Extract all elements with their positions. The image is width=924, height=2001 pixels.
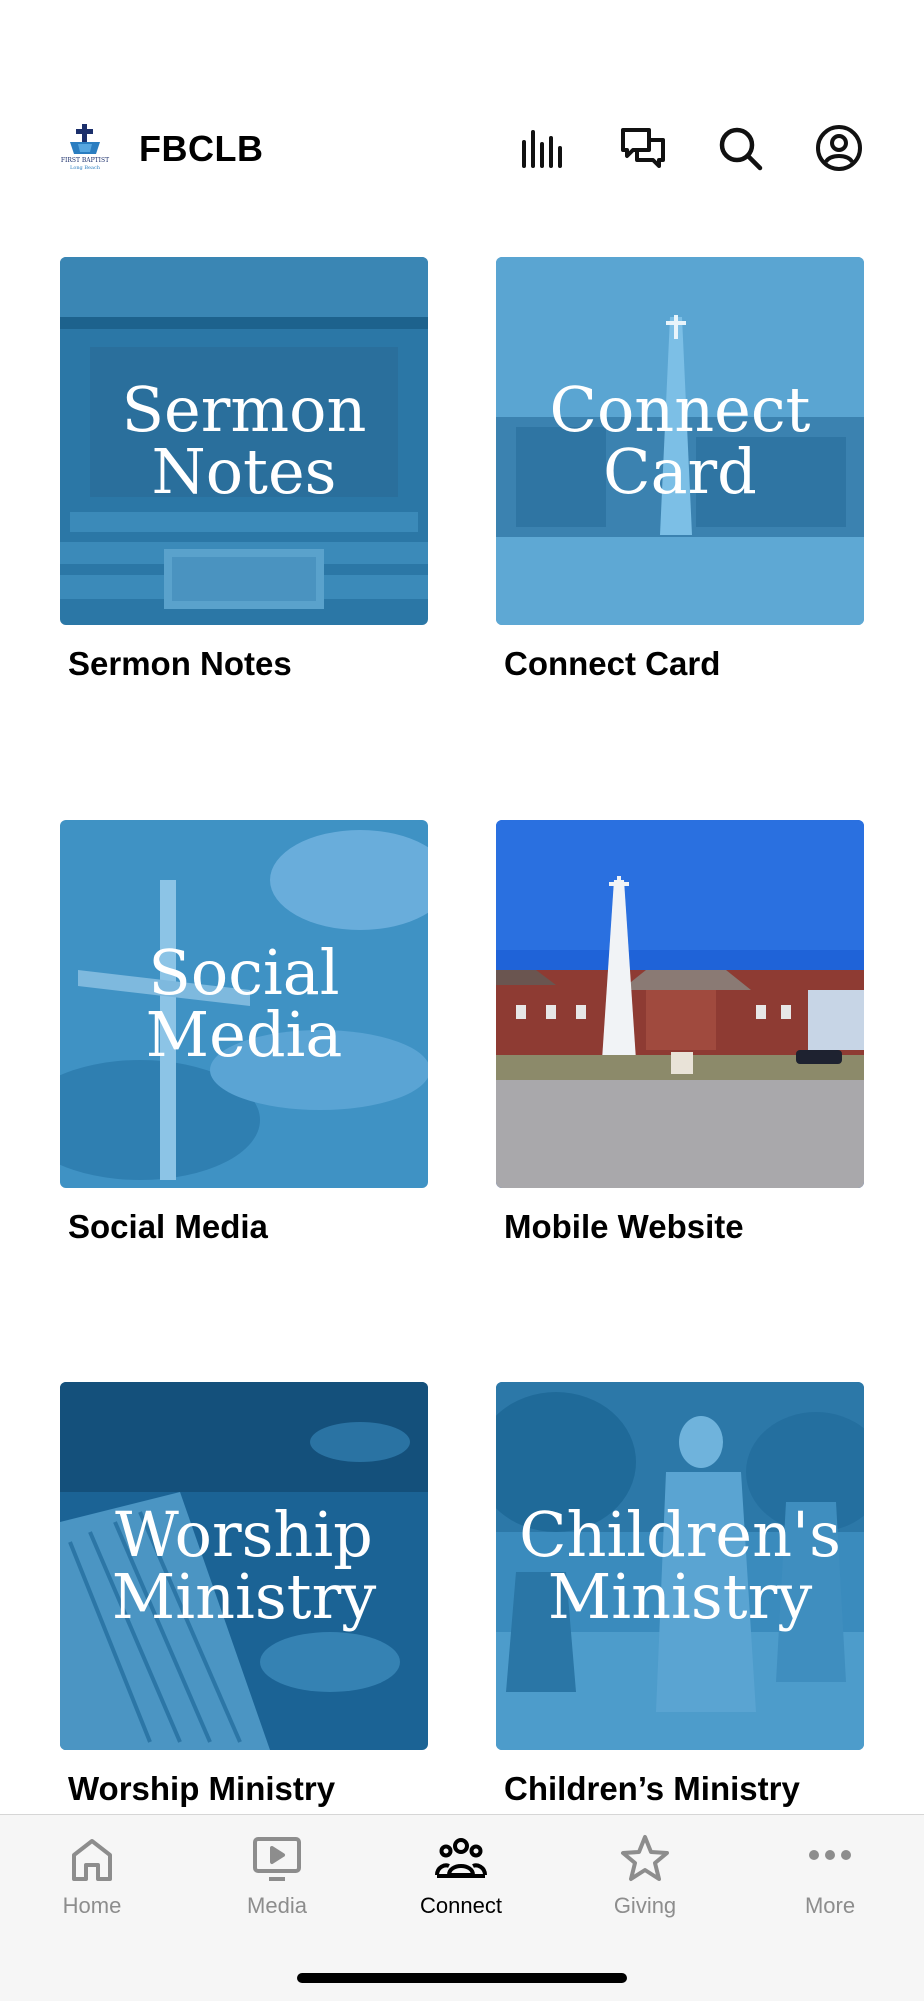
- tile-label: Mobile Website: [504, 1208, 744, 1245]
- tile-worship-ministry[interactable]: Worship Ministry Worship Ministry: [60, 1382, 428, 1807]
- church-exterior-image: Connect Card: [496, 257, 864, 625]
- tile-label: Sermon Notes: [68, 645, 292, 682]
- tile-childrens-ministry[interactable]: Children's Ministry Children’s Ministry: [496, 1382, 864, 1807]
- home-indicator[interactable]: [297, 1973, 627, 1983]
- more-dots-icon: [809, 1850, 851, 1860]
- svg-text:FIRST BAPTIST: FIRST BAPTIST: [61, 157, 109, 164]
- tile-mobile-website[interactable]: Mobile Website: [496, 820, 864, 1245]
- tab-label: More: [804, 1893, 856, 1918]
- tile-overlay-title: Social Media: [145, 936, 343, 1071]
- children-outdoor-image: Children's Ministry: [496, 1382, 864, 1750]
- tile-connect-card[interactable]: Connect Card Connect Card: [496, 257, 864, 682]
- app-title: FBCLB: [139, 128, 264, 169]
- tile-overlay-title: Children's Ministry: [519, 1498, 841, 1633]
- tile-label: Social Media: [68, 1208, 268, 1245]
- svg-text:Long Beach: Long Beach: [70, 165, 101, 171]
- chat-bubbles-icon[interactable]: [617, 122, 669, 174]
- home-icon: [72, 1839, 112, 1881]
- tile-label: Worship Ministry: [68, 1770, 336, 1807]
- search-icon[interactable]: [714, 122, 766, 174]
- church-campus-photo: [496, 820, 864, 1188]
- tile-overlay-title: Connect Card: [549, 373, 811, 508]
- tab-label: Connect: [420, 1893, 502, 1918]
- app-header: FIRST BAPTIST Long Beach FBCLB: [0, 110, 924, 190]
- star-icon: [621, 1835, 669, 1881]
- tile-overlay-title: Worship Ministry: [111, 1498, 377, 1633]
- tab-home[interactable]: Home: [17, 1833, 167, 1933]
- tab-more[interactable]: More: [755, 1833, 905, 1933]
- tab-connect[interactable]: Connect: [386, 1833, 536, 1933]
- sanctuary-interior-image: Sermon Notes: [60, 257, 428, 625]
- cross-sky-image: Social Media: [60, 820, 428, 1188]
- play-screen-icon: [253, 1837, 301, 1881]
- tab-label: Home: [62, 1893, 122, 1918]
- tile-label: Connect Card: [504, 645, 721, 682]
- tile-sermon-notes[interactable]: Sermon Notes Sermon Notes: [60, 257, 428, 682]
- account-icon[interactable]: [813, 122, 865, 174]
- tile-label: Children’s Ministry: [504, 1770, 800, 1807]
- tab-giving[interactable]: Giving: [570, 1833, 720, 1933]
- group-people-icon: [435, 1838, 487, 1878]
- audio-bars-icon[interactable]: [516, 122, 568, 174]
- tile-overlay-title: Sermon Notes: [121, 373, 367, 508]
- tab-label: Giving: [613, 1893, 677, 1918]
- tile-social-media[interactable]: Social Media Social Media: [60, 820, 428, 1245]
- tab-media[interactable]: Media: [202, 1833, 352, 1933]
- church-logo-icon[interactable]: FIRST BAPTIST Long Beach: [60, 122, 110, 172]
- tab-label: Media: [247, 1893, 307, 1918]
- piano-keys-image: Worship Ministry: [60, 1382, 428, 1750]
